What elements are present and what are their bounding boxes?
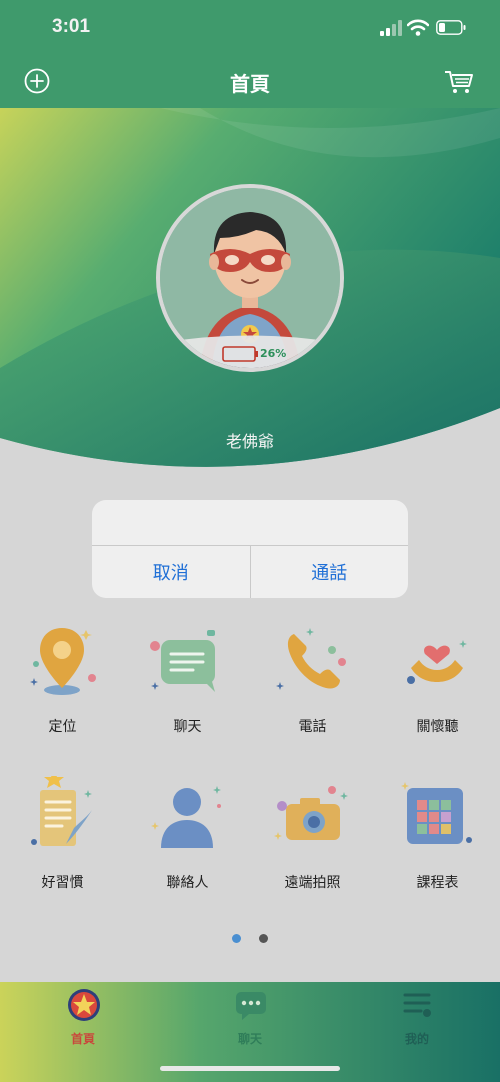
profile-hero: 26% 老佛爺: [0, 108, 500, 468]
superhero-avatar-icon: [160, 188, 340, 368]
chat-bubble-icon: [150, 630, 215, 692]
battery-status-icon: [436, 20, 466, 35]
page-indicator: [0, 928, 500, 947]
page-title: 首頁: [230, 72, 270, 96]
tab-label: 聊天: [237, 1032, 262, 1046]
feature-label: 關懷聽: [416, 719, 459, 735]
tab-label: 首頁: [70, 1032, 95, 1046]
nav-bar: 首頁: [0, 56, 500, 108]
cart-icon[interactable]: [443, 66, 475, 96]
tab-home[interactable]: 首頁: [0, 988, 166, 1048]
status-bar: 3:01: [0, 0, 500, 56]
cancel-button[interactable]: 取消: [92, 546, 250, 598]
call-button[interactable]: 通話: [249, 546, 409, 598]
feature-remote-photo[interactable]: 遠端拍照: [250, 776, 375, 906]
phone-icon: [276, 628, 346, 690]
status-time: 3:01: [52, 16, 91, 37]
feature-label: 聯絡人: [166, 875, 209, 891]
dialog-message-area: [92, 500, 408, 546]
feature-location[interactable]: 定位: [0, 620, 125, 750]
header-bar: 3:01 首頁: [0, 0, 500, 108]
home-indicator: [160, 1066, 340, 1071]
battery-level: 26%: [260, 347, 287, 360]
home-star-icon: [68, 989, 100, 1021]
schedule-calendar-icon: [401, 782, 472, 844]
feature-timetable[interactable]: 課程表: [375, 776, 500, 906]
chat-dots-icon: [236, 992, 266, 1020]
tab-chat[interactable]: 聊天: [167, 988, 333, 1048]
location-pin-icon: [30, 628, 96, 695]
child-name: 老佛爺: [225, 432, 274, 451]
feature-label: 聊天: [173, 719, 202, 735]
feature-label: 課程表: [416, 875, 459, 891]
feature-chat[interactable]: 聊天: [125, 620, 250, 750]
tab-label: 我的: [404, 1032, 429, 1046]
feature-care-listen[interactable]: 關懷聽: [375, 620, 500, 750]
wifi-icon: [407, 19, 429, 36]
feature-label: 電話: [298, 719, 327, 735]
tab-mine[interactable]: 我的: [334, 988, 500, 1048]
feature-label: 定位: [48, 719, 77, 735]
child-avatar[interactable]: [156, 184, 344, 372]
feature-contacts[interactable]: 聯絡人: [125, 776, 250, 906]
call-confirm-dialog: 取消 通話: [92, 500, 408, 598]
camera-icon: [274, 786, 348, 840]
feature-label: 好習慣: [41, 875, 84, 891]
contact-person-icon: [151, 786, 221, 848]
dialog-actions: 取消 通話: [92, 546, 408, 598]
care-listen-icon: [407, 640, 467, 684]
feature-phone[interactable]: 電話: [250, 620, 375, 750]
habit-notebook-icon: [31, 776, 92, 846]
feature-label: 遠端拍照: [284, 875, 341, 891]
settings-list-icon: [403, 993, 431, 1017]
page-dot-active[interactable]: [232, 934, 242, 943]
page-dot[interactable]: [258, 934, 268, 943]
signal-icon: [380, 20, 402, 36]
feature-good-habit[interactable]: 好習慣: [0, 776, 125, 906]
